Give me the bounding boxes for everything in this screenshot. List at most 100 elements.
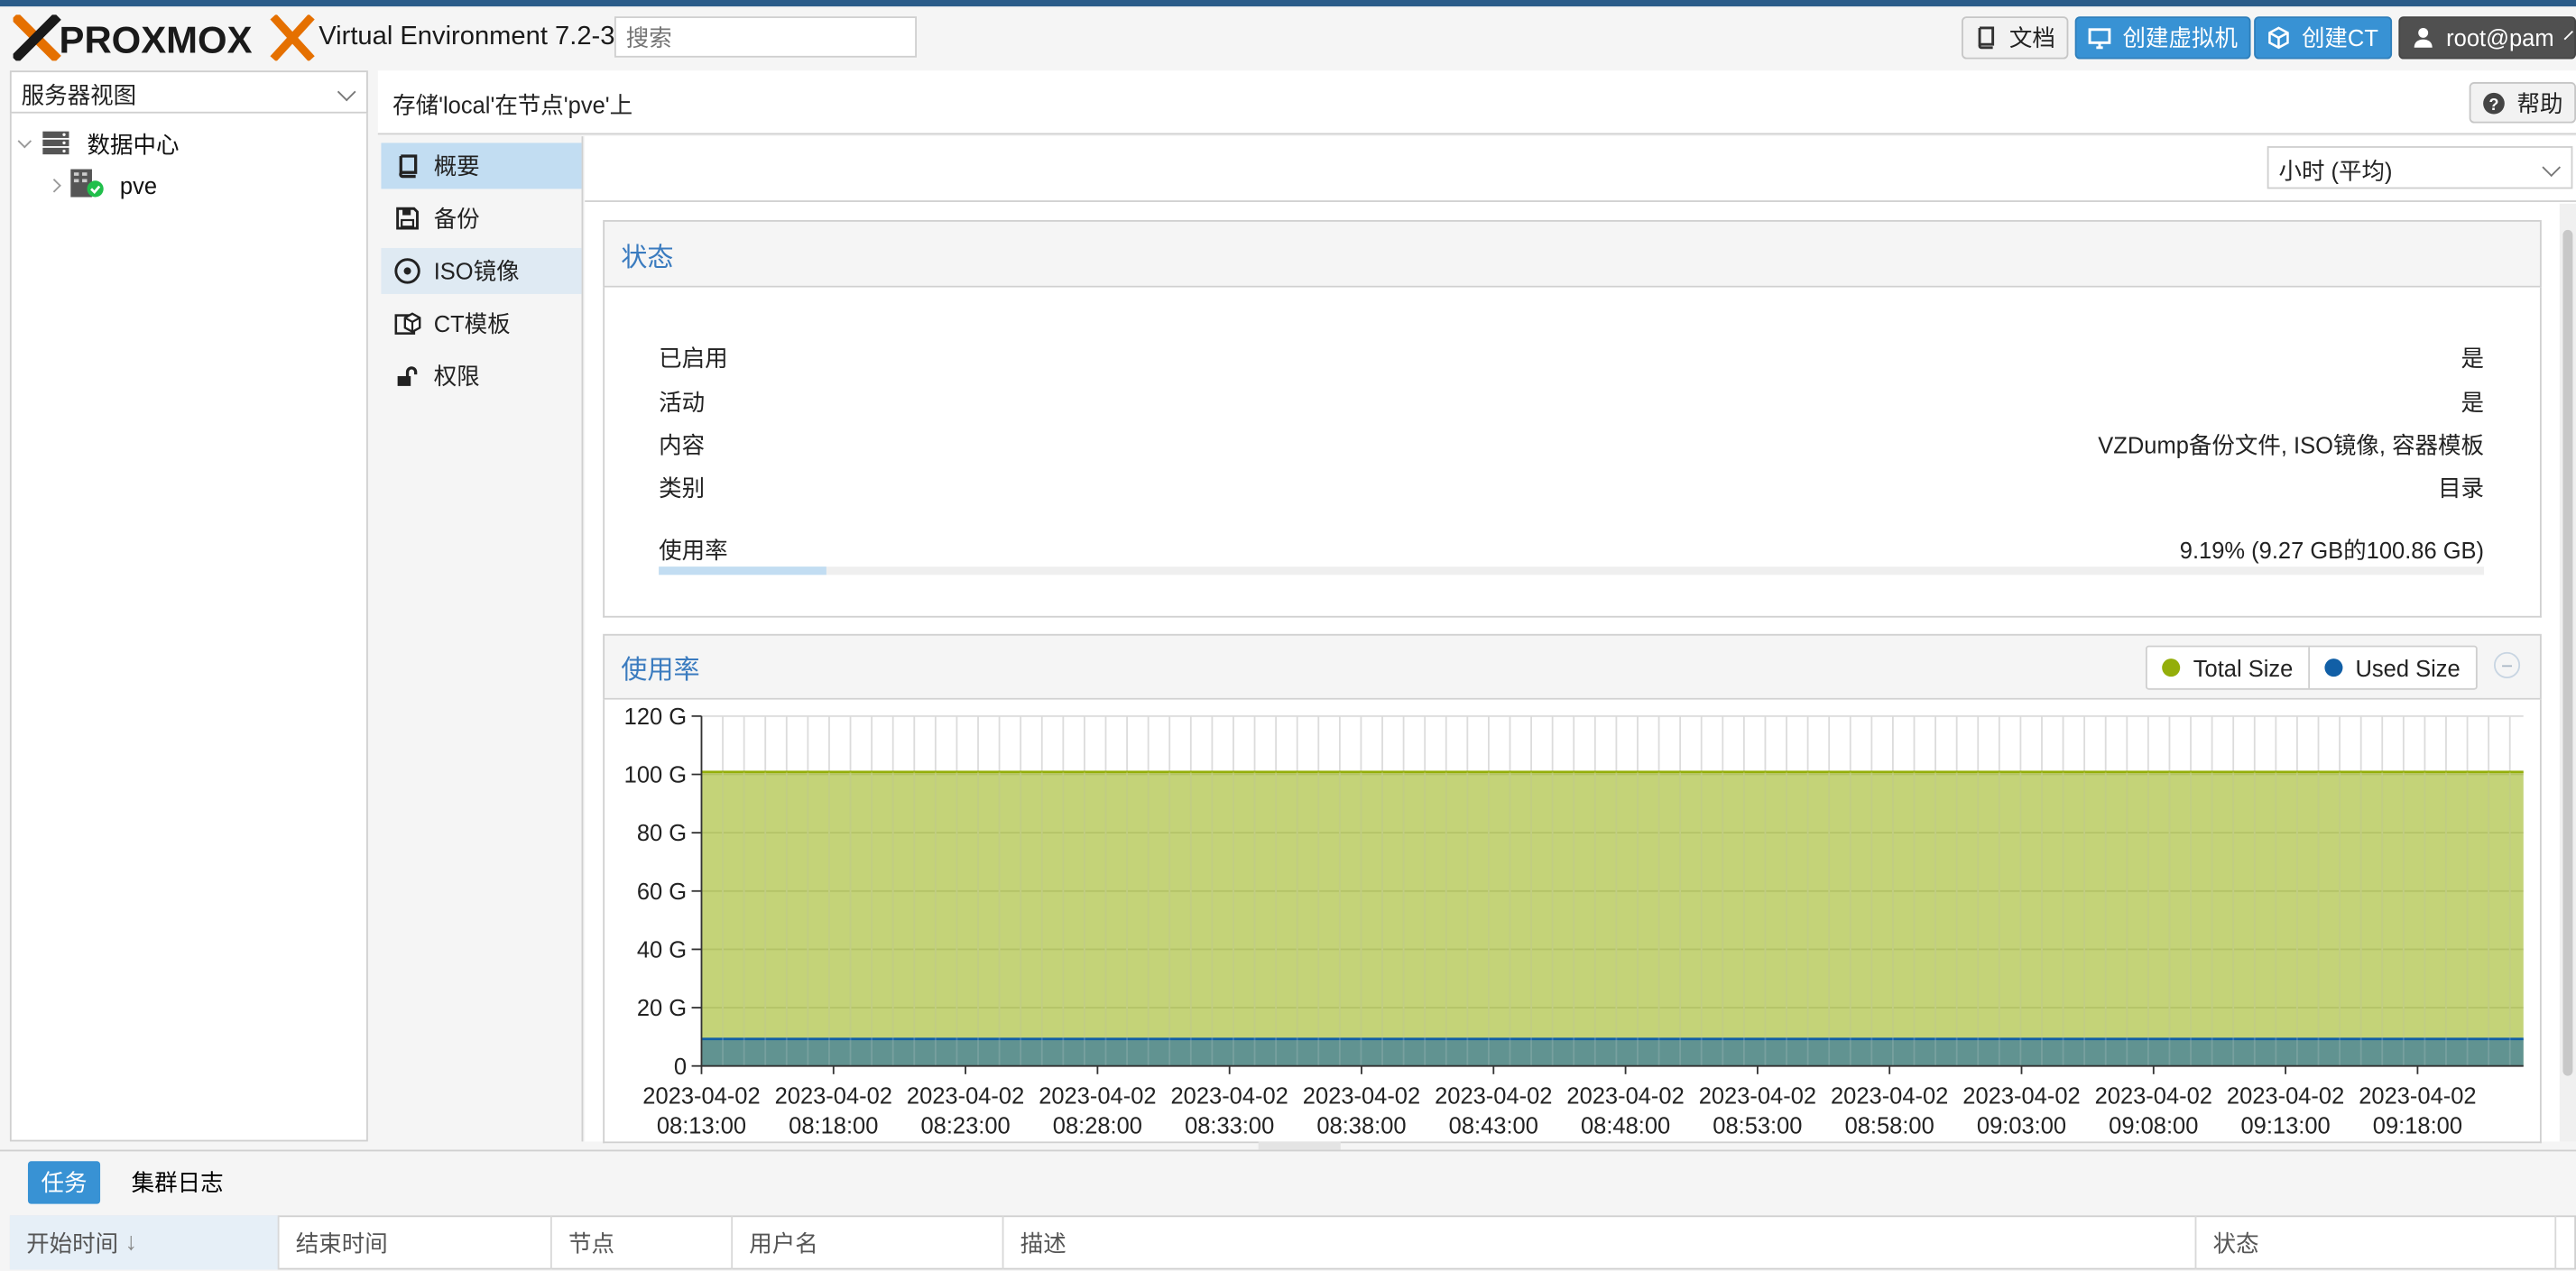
tree-item-pve[interactable]: pve (47, 168, 157, 204)
desktop-icon (2088, 26, 2111, 50)
collapse-arrow-icon (17, 134, 32, 149)
nav-item-ct-templates[interactable]: CT模板 (381, 300, 581, 346)
create-ct-button[interactable]: 创建CT (2254, 16, 2392, 60)
usage-progress-fill (659, 566, 827, 576)
status-enabled-label: 已启用 (659, 345, 728, 372)
status-enabled-value: 是 (2461, 345, 2485, 372)
y-tick-label: 120 G (624, 705, 687, 730)
column-label: 描述 (1020, 1229, 1066, 1257)
column-end-time[interactable]: 结束时间 (280, 1215, 552, 1270)
page-title: 存储'local'在节点'pve'上 (392, 91, 633, 119)
x-tick-label-time: 08:13:00 (657, 1113, 746, 1138)
nav-item-label: CT模板 (433, 310, 511, 337)
splitter-handle[interactable] (1258, 1141, 1341, 1150)
help-button[interactable]: ? 帮助 (2469, 82, 2576, 124)
legend-label: Total Size (2193, 654, 2294, 681)
legend-label: Used Size (2355, 654, 2461, 681)
y-tick-label: 40 G (637, 938, 687, 963)
column-label: 状态 (2212, 1229, 2259, 1257)
x-tick-label-time: 08:33:00 (1185, 1113, 1274, 1138)
docs-button[interactable]: 文档 (1962, 16, 2069, 60)
column-description[interactable]: 描述 (1004, 1215, 2197, 1270)
tab-tasks[interactable]: 任务 (27, 1161, 101, 1204)
floppy-disk-icon (394, 206, 420, 232)
nav-item-label: 权限 (433, 363, 480, 390)
node-online-icon (69, 168, 105, 204)
column-node[interactable]: 节点 (552, 1215, 734, 1270)
area-total-size (701, 771, 2524, 1066)
column-start-time[interactable]: 开始时间 ↓ (9, 1215, 280, 1270)
user-menu-button[interactable]: root@pam (2398, 16, 2576, 60)
content-header (377, 70, 2576, 135)
x-tick-label-time: 09:03:00 (1977, 1113, 2066, 1138)
x-tick-label-date: 2023-04-02 (1962, 1084, 2080, 1110)
y-tick-label: 20 G (637, 996, 687, 1021)
nav-item-permissions[interactable]: 权限 (381, 353, 581, 399)
nav-item-backup[interactable]: 备份 (381, 196, 581, 242)
view-selector[interactable]: 服务器视图 (9, 70, 368, 114)
x-tick-label-date: 2023-04-02 (1303, 1084, 1420, 1110)
top-accent-strip (0, 0, 2576, 7)
disc-icon (394, 258, 420, 284)
usage-progress-bar (659, 566, 2485, 576)
create-vm-label: 创建虚拟机 (2122, 24, 2238, 51)
collapse-panel-icon[interactable] (2493, 651, 2521, 678)
book-icon (1975, 26, 1998, 50)
view-selector-value: 服务器视图 (21, 82, 137, 109)
legend-swatch (2162, 659, 2181, 677)
tree-item-label: 数据中心 (87, 131, 180, 158)
search-input[interactable] (614, 16, 918, 58)
x-tick-label-time: 08:38:00 (1316, 1113, 1406, 1138)
x-tick-label-date: 2023-04-02 (1039, 1084, 1156, 1110)
area-used-size (701, 1038, 2524, 1066)
question-circle-icon: ? (2482, 91, 2505, 114)
chevron-down-icon (2562, 30, 2573, 40)
timeframe-value: 小时 (平均) (2278, 157, 2393, 184)
status-panel-header: 状态 (603, 219, 2542, 288)
x-tick-label-time: 08:18:00 (789, 1113, 878, 1138)
legend-swatch (2323, 659, 2342, 677)
tab-label: 集群日志 (131, 1169, 224, 1196)
y-tick-label: 60 G (637, 880, 687, 905)
sort-down-icon: ↓ (125, 1228, 138, 1257)
x-tick-label-date: 2023-04-02 (1699, 1084, 1816, 1110)
create-vm-button[interactable]: 创建虚拟机 (2074, 16, 2251, 60)
x-tick-label-date: 2023-04-02 (1171, 1084, 1288, 1110)
legend-item-used[interactable]: Used Size (2307, 647, 2475, 688)
usage-label: 使用率 (659, 537, 728, 564)
column-label: 开始时间 (26, 1229, 119, 1257)
status-panel-title: 状态 (621, 244, 674, 272)
unlock-icon (394, 363, 420, 389)
help-label: 帮助 (2516, 89, 2563, 116)
column-status[interactable]: 状态 (2196, 1215, 2557, 1270)
column-username[interactable]: 用户名 (733, 1215, 1004, 1270)
y-tick-label: 100 G (624, 763, 687, 788)
nav-item-label: ISO镜像 (433, 257, 520, 284)
cube-icon (2267, 26, 2290, 50)
x-tick-label-time: 09:08:00 (2109, 1113, 2198, 1138)
user-icon (2412, 26, 2434, 49)
template-cube-icon (394, 310, 421, 336)
scrollbar-thumb[interactable] (2562, 229, 2573, 1076)
expand-arrow-icon (47, 179, 61, 193)
status-type-value: 目录 (2438, 474, 2485, 502)
x-tick-label-date: 2023-04-02 (2227, 1084, 2344, 1110)
user-label: root@pam (2446, 24, 2554, 51)
usage-value: 9.19% (9.27 GB的100.86 GB) (2179, 537, 2485, 564)
column-label: 节点 (568, 1229, 614, 1257)
x-tick-label-time: 08:23:00 (920, 1113, 1010, 1138)
svg-text:?: ? (2488, 95, 2498, 113)
version-label: Virtual Environment 7.2-3 (319, 23, 615, 51)
tree-item-datacenter[interactable]: 数据中心 (16, 128, 179, 161)
x-tick-label-time: 08:58:00 (1845, 1113, 1934, 1138)
nav-item-iso-images[interactable]: ISO镜像 (381, 247, 582, 294)
status-type-label: 类别 (659, 474, 706, 502)
x-tick-label-date: 2023-04-02 (2095, 1084, 2212, 1110)
legend-item-total[interactable]: Total Size (2147, 647, 2308, 688)
tab-cluster-log[interactable]: 集群日志 (118, 1161, 236, 1203)
chart-legend: Total Size Used Size (2145, 645, 2477, 690)
x-tick-label-time: 09:18:00 (2373, 1113, 2462, 1138)
x-tick-label-date: 2023-04-02 (907, 1084, 1024, 1110)
nav-item-summary[interactable]: 概要 (381, 143, 582, 189)
timeframe-selector[interactable]: 小时 (平均) (2267, 146, 2573, 189)
